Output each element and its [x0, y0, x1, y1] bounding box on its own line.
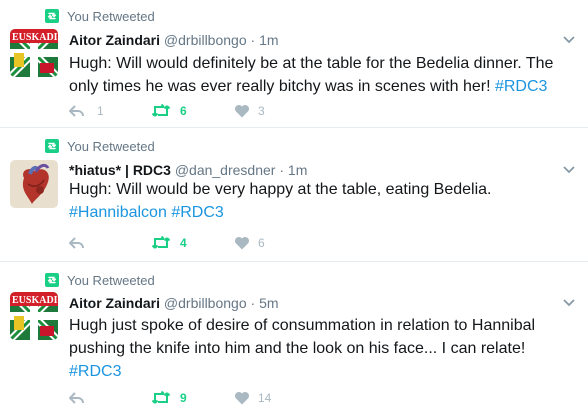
hashtag-link[interactable]: #RDC3	[171, 204, 223, 221]
euskadi-flag-avatar: EUSKADI	[10, 29, 58, 77]
reply-button[interactable]	[69, 233, 85, 253]
timestamp[interactable]: 1m	[259, 32, 278, 48]
retweet-context-icon	[45, 9, 59, 23]
heart-icon	[234, 391, 250, 405]
chevron-down-icon[interactable]	[562, 162, 576, 176]
reply-icon	[69, 392, 84, 404]
tweet[interactable]: You Retweeted EUSKADI Aitor Zaindari @dr…	[0, 263, 588, 417]
retweet-context-icon	[45, 273, 59, 287]
avatar[interactable]: EUSKADI	[10, 29, 58, 77]
anatomical-heart-avatar	[10, 160, 58, 208]
svg-text:EUSKADI: EUSKADI	[12, 295, 58, 306]
retweet-count: 9	[180, 391, 187, 405]
reply-button[interactable]: 1	[69, 101, 104, 121]
avatar[interactable]: EUSKADI	[10, 292, 58, 340]
author-handle[interactable]: @drbillbongo	[164, 32, 247, 48]
like-count: 14	[258, 391, 272, 405]
like-count: 6	[258, 236, 265, 250]
author-handle[interactable]: @drbillbongo	[164, 295, 247, 311]
retweet-button[interactable]: 4	[151, 233, 187, 253]
hashtag-link[interactable]: #Hannibalcon	[69, 204, 167, 221]
tweet-text: Hugh: Will would definitely be at the ta…	[69, 52, 579, 98]
retweet-context-label: You Retweeted	[67, 273, 155, 288]
reply-icon	[69, 105, 84, 117]
retweet-context-label: You Retweeted	[67, 139, 155, 154]
heart-icon	[234, 236, 250, 250]
reply-button[interactable]	[69, 388, 85, 408]
hashtag-link[interactable]: #RDC3	[495, 78, 547, 95]
tweet-text-content: Hugh just spoke of desire of consummatio…	[69, 317, 536, 357]
tweet-text: Hugh: Will would be very happy at the ta…	[69, 178, 579, 224]
tweet-header: Aitor Zaindari @drbillbongo · 1m	[69, 30, 279, 50]
like-button[interactable]: 6	[234, 233, 265, 253]
author-name[interactable]: Aitor Zaindari	[69, 32, 160, 48]
like-button[interactable]: 3	[234, 101, 265, 121]
tweet-text-content: Hugh: Will would definitely be at the ta…	[69, 55, 554, 95]
retweet-button[interactable]: 6	[151, 101, 187, 121]
euskadi-flag-avatar: EUSKADI	[10, 292, 58, 340]
tweet[interactable]: You Retweeted *hiatus* | RDC3 @dan_dresd…	[0, 129, 588, 262]
tweet[interactable]: You Retweeted EUSKADI Aitor Zaindari @dr…	[0, 0, 588, 128]
retweet-count: 6	[180, 104, 187, 118]
retweet-count: 4	[180, 236, 187, 250]
reply-icon	[69, 237, 84, 249]
reply-count: 1	[97, 104, 104, 118]
retweet-context-label: You Retweeted	[67, 9, 155, 24]
chevron-down-icon[interactable]	[562, 32, 576, 46]
author-name[interactable]: Aitor Zaindari	[69, 295, 160, 311]
retweet-button[interactable]: 9	[151, 388, 187, 408]
separator: ·	[250, 295, 256, 311]
hashtag-link[interactable]: #RDC3	[69, 363, 121, 380]
retweet-icon	[151, 391, 171, 404]
tweet-header: *hiatus* | RDC3 @dan_dresdner · 1m	[69, 160, 307, 180]
like-count: 3	[258, 104, 265, 118]
tweet-text: Hugh just spoke of desire of consummatio…	[69, 314, 579, 383]
separator: ·	[279, 162, 285, 178]
timestamp[interactable]: 1m	[288, 162, 307, 178]
tweet-text-content: Hugh: Will would be very happy at the ta…	[69, 181, 492, 198]
heart-icon	[234, 104, 250, 118]
retweet-icon	[151, 236, 171, 249]
author-handle[interactable]: @dan_dresdner	[175, 162, 276, 178]
author-name[interactable]: *hiatus* | RDC3	[69, 162, 171, 178]
retweet-context-icon	[45, 139, 59, 153]
retweet-icon	[151, 104, 171, 117]
timestamp[interactable]: 5m	[259, 295, 278, 311]
tweet-header: Aitor Zaindari @drbillbongo · 5m	[69, 293, 279, 313]
separator: ·	[250, 32, 256, 48]
avatar[interactable]	[10, 160, 58, 208]
chevron-down-icon[interactable]	[562, 295, 576, 309]
like-button[interactable]: 14	[234, 388, 271, 408]
svg-text:EUSKADI: EUSKADI	[12, 32, 58, 43]
